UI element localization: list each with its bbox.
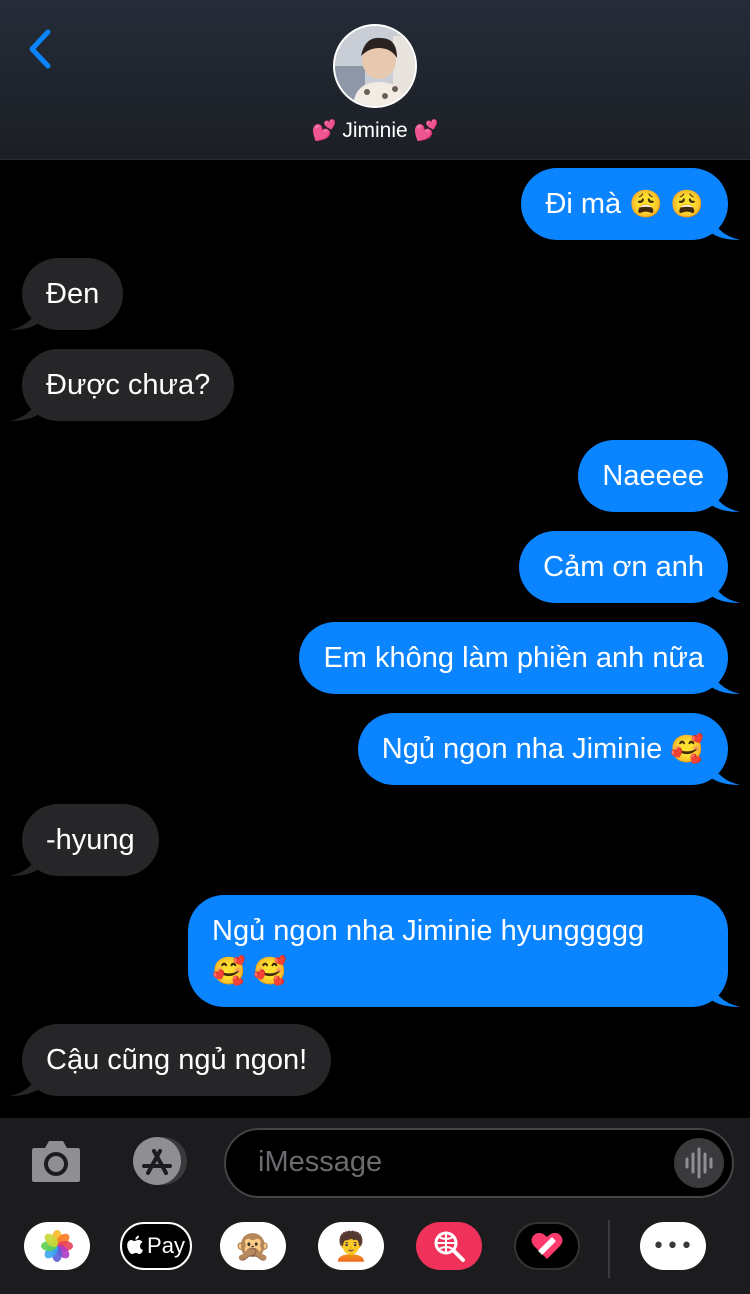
message-text: Em không làm phiền anh nữa [323, 642, 704, 674]
message-text: Đi mà [545, 188, 622, 220]
chevron-left-icon [29, 29, 51, 69]
animoji-button[interactable]: 🙊 [220, 1222, 286, 1270]
message-bubble-outgoing[interactable]: Cảm ơn anh [519, 531, 740, 603]
message-text: Ngủ ngon nha Jiminie hyunggggg [212, 915, 645, 947]
message-bubble-incoming[interactable]: Đen [10, 258, 124, 330]
message-emoji: 😩 😩 [629, 189, 704, 219]
memoji-stickers-button[interactable]: 🧑‍🦱 [318, 1222, 384, 1270]
bubble-tail-icon [10, 300, 40, 330]
more-dots-icon: ••• [652, 1233, 694, 1259]
hearts-emoji: 💕 [413, 120, 439, 142]
globe-search-icon [434, 1231, 465, 1262]
photos-flower-icon [41, 1230, 73, 1262]
imessage-app-drawer: Pay 🙊 🧑‍🦱 ••• [0, 1206, 750, 1294]
message-bubble-incoming[interactable]: Được chưa? [10, 349, 235, 421]
app-store-button[interactable] [126, 1135, 192, 1187]
message-text: Được chưa? [46, 369, 211, 401]
message-text: -hyung [46, 824, 135, 856]
avatar-photo-icon [335, 26, 415, 106]
contact-name-text: Jiminie [342, 119, 408, 142]
message-input[interactable]: iMessage [224, 1128, 734, 1198]
audio-message-button[interactable] [674, 1138, 724, 1188]
message-text: Naeeee [602, 460, 704, 492]
back-button[interactable] [22, 24, 62, 74]
bubble-tail-icon [10, 1066, 40, 1096]
message-text: Cậu cũng ngủ ngon! [46, 1044, 308, 1076]
message-text: Ngủ ngon nha Jiminie [381, 733, 663, 765]
more-apps-button[interactable]: ••• [640, 1222, 706, 1270]
photos-app-button[interactable] [24, 1222, 90, 1270]
app-store-icon [133, 1137, 187, 1185]
message-bubble-outgoing[interactable]: Ngủ ngon nha Jiminie hyunggggg 🥰 🥰 [188, 895, 740, 1007]
camera-icon [32, 1141, 80, 1182]
conversation-header: 💕 Jiminie 💕 [0, 0, 750, 160]
message-text: Cảm ơn anh [543, 551, 704, 583]
message-placeholder: iMessage [258, 1146, 383, 1178]
digital-touch-button[interactable] [514, 1222, 580, 1270]
bubble-tail-icon [10, 846, 40, 876]
bubble-tail-icon [710, 755, 740, 785]
monkey-icon: 🙊 [234, 1228, 272, 1264]
message-bubble-outgoing[interactable]: Naeeee [578, 440, 740, 512]
message-thread: Đi mà 😩 😩 Đen Được chưa? Naeeee Cảm ơn a… [0, 160, 750, 1118]
bubble-tail-icon [710, 482, 740, 512]
apple-logo-icon [127, 1235, 144, 1254]
message-bubble-outgoing[interactable]: Em không làm phiền anh nữa [299, 622, 740, 694]
message-bubble-outgoing[interactable]: Đi mà 😩 😩 [521, 168, 740, 240]
message-bubble-outgoing[interactable]: Ngủ ngon nha Jiminie 🥰 [357, 713, 740, 785]
waveform-icon [685, 1147, 713, 1179]
app-drawer-divider [608, 1220, 610, 1278]
hearts-emoji: 💕 [311, 120, 337, 142]
compose-bar: iMessage [0, 1118, 750, 1206]
bubble-tail-icon [710, 664, 740, 694]
contact-avatar[interactable] [333, 24, 417, 108]
bubble-tail-icon [710, 573, 740, 603]
bubble-tail-icon [710, 210, 740, 240]
bubble-tail-icon [710, 977, 740, 1007]
message-bubble-incoming[interactable]: Cậu cũng ngủ ngon! [10, 1024, 332, 1096]
message-emoji: 🥰 [670, 734, 704, 764]
camera-button[interactable] [28, 1136, 84, 1186]
bubble-tail-icon [10, 391, 40, 421]
apple-pay-label: Pay [147, 1233, 185, 1258]
message-emoji: 🥰 🥰 [212, 956, 287, 986]
message-text: Đen [46, 278, 100, 310]
apple-pay-button[interactable]: Pay [120, 1222, 192, 1270]
message-bubble-incoming[interactable]: -hyung [10, 804, 159, 876]
memoji-icon: 🧑‍🦱 [333, 1229, 369, 1263]
images-search-button[interactable] [416, 1222, 482, 1270]
contact-name[interactable]: 💕 Jiminie 💕 [0, 118, 750, 143]
heart-touch-icon [531, 1232, 563, 1259]
